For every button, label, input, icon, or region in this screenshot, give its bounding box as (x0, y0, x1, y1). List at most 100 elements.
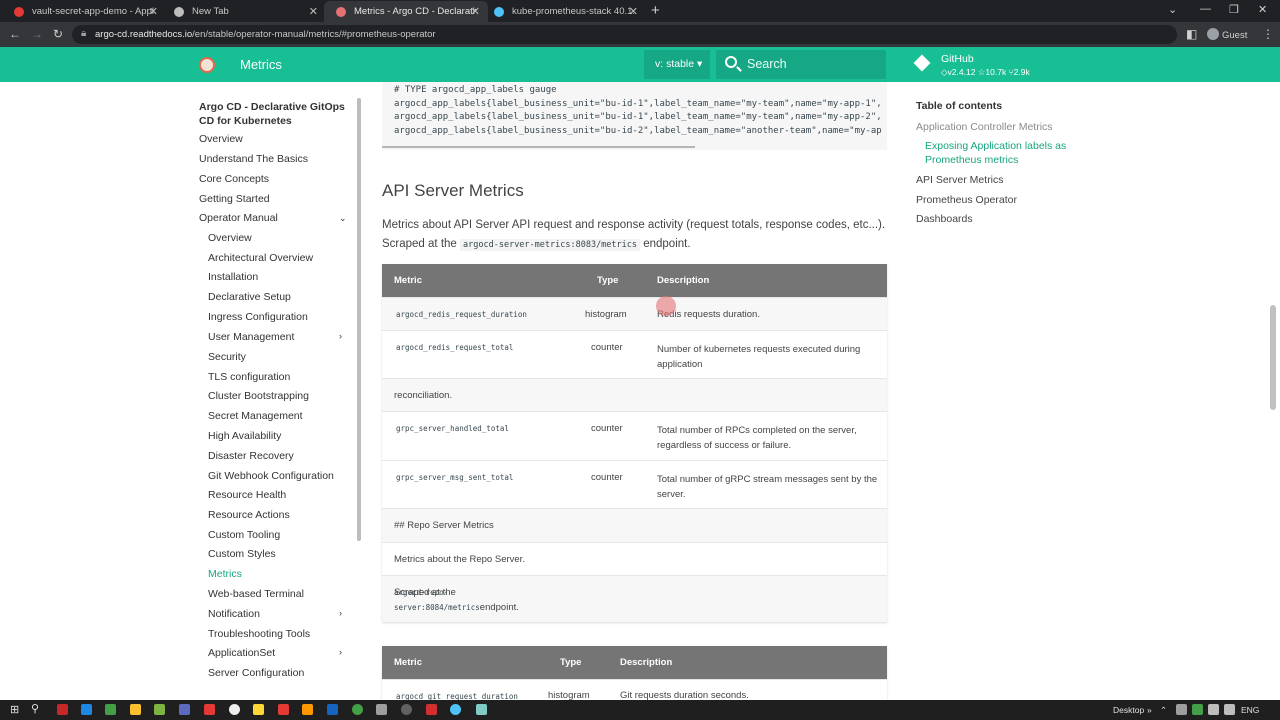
tray-expand-icon[interactable]: ⌃ (1160, 705, 1167, 716)
reload-icon[interactable]: ↻ (53, 27, 63, 41)
nav-subitem[interactable]: Resource Actions (208, 509, 290, 521)
nav-subitem-metrics-active[interactable]: Metrics (208, 568, 242, 580)
close-tab-icon[interactable]: ✕ (149, 5, 158, 18)
app-icon[interactable] (476, 704, 487, 715)
row-text: ## Repo Server Metrics (394, 520, 494, 531)
nav-item-concepts[interactable]: Core Concepts (199, 173, 269, 185)
tray-icon[interactable] (1192, 704, 1203, 715)
nav-subitem[interactable]: Resource Health (208, 489, 286, 501)
nav-subitem[interactable]: Security (208, 351, 246, 363)
profile-button[interactable]: Guest (1207, 28, 1247, 41)
app-icon[interactable] (105, 704, 116, 715)
app-icon[interactable] (229, 704, 240, 715)
tab-search-icon[interactable]: ⌄ (1168, 3, 1177, 16)
nav-subitem[interactable]: Declarative Setup (208, 291, 291, 303)
toc-item[interactable]: API Server Metrics (916, 173, 1004, 187)
desktop-toolbar[interactable]: Desktop (1113, 705, 1144, 715)
tray-icon[interactable] (1176, 704, 1187, 715)
toc-item[interactable]: Application Controller Metrics (916, 120, 1053, 134)
nav-subitem[interactable]: Secret Management (208, 410, 303, 422)
volume-icon[interactable] (1224, 704, 1235, 715)
metric-type: histogram (585, 309, 627, 320)
metric-type: counter (591, 423, 623, 434)
app-icon[interactable] (179, 704, 190, 715)
toc-item-active[interactable]: Exposing Application labels as Prometheu… (925, 139, 1070, 167)
page-scrollbar[interactable] (1270, 305, 1276, 410)
nav-subitem[interactable]: Custom Styles (208, 548, 276, 560)
language-indicator[interactable]: ENG (1241, 705, 1259, 715)
code-text: # TYPE argocd_app_labels gauge argocd_ap… (394, 85, 882, 136)
app-icon[interactable] (81, 704, 92, 715)
sidebar-icon[interactable]: ◧ (1186, 27, 1197, 41)
search-input[interactable]: Search (716, 50, 886, 79)
toc-item[interactable]: Dashboards (916, 212, 973, 226)
close-tab-icon[interactable]: ✕ (309, 5, 318, 18)
nav-item-operator-manual[interactable]: Operator Manual (199, 212, 278, 224)
toolbar-chevron-icon[interactable]: » (1147, 705, 1152, 715)
chevron-down-icon[interactable]: ⌄ (339, 213, 347, 224)
chevron-right-icon[interactable]: › (339, 608, 342, 618)
code-horizontal-scrollbar[interactable] (382, 146, 695, 148)
network-icon[interactable] (1208, 704, 1219, 715)
nav-subitem[interactable]: User Management (208, 331, 294, 343)
nav-subitem[interactable]: High Availability (208, 430, 281, 442)
url-field[interactable]: 🔒︎ argo-cd.readthedocs.io/en/stable/oper… (72, 25, 1177, 44)
nav-subitem[interactable]: Notification (208, 608, 260, 620)
chrome-icon[interactable] (450, 704, 461, 715)
nav-title: Argo CD - Declarative GitOps CD for Kube… (199, 101, 345, 127)
menu-icon[interactable]: ⋮ (1262, 27, 1274, 41)
nav-subitem[interactable]: Troubleshooting Tools (208, 628, 310, 640)
restore-icon[interactable]: ❐ (1229, 3, 1239, 16)
nav-item-basics[interactable]: Understand The Basics (199, 153, 308, 165)
app-icon[interactable] (278, 704, 289, 715)
app-icon[interactable] (57, 704, 68, 715)
nav-item-getting-started[interactable]: Getting Started (199, 193, 270, 205)
folder-icon[interactable] (253, 704, 264, 715)
close-tab-icon[interactable]: ✕ (629, 5, 638, 18)
back-icon[interactable]: ← (9, 27, 21, 41)
nav-subitem[interactable]: ApplicationSet (208, 647, 275, 659)
chevron-right-icon[interactable]: › (339, 647, 342, 657)
app-icon[interactable] (426, 704, 437, 715)
forward-icon[interactable]: → (31, 27, 43, 41)
nav-subitem[interactable]: Architectural Overview (208, 252, 313, 264)
repo-metrics-table: Metric Type Description argocd_git_reque… (382, 646, 887, 700)
chrome-icon[interactable] (352, 704, 363, 715)
app-icon[interactable] (204, 704, 215, 715)
close-window-icon[interactable]: ✕ (1258, 3, 1267, 16)
nav-item-overview[interactable]: Overview (199, 133, 243, 145)
chevron-right-icon[interactable]: › (339, 331, 342, 341)
app-icon[interactable] (376, 704, 387, 715)
word-icon[interactable] (327, 704, 338, 715)
browser-tab[interactable]: vault-secret-app-demo - Applica ✕ (2, 1, 166, 22)
browser-tab[interactable]: New Tab ✕ (162, 1, 326, 22)
nav-subitem[interactable]: TLS configuration (208, 371, 290, 383)
start-icon[interactable]: ⊞ (10, 703, 19, 716)
nav-subitem[interactable]: Disaster Recovery (208, 450, 294, 462)
toc-item[interactable]: Prometheus Operator (916, 193, 1017, 207)
nav-subitem[interactable]: Ingress Configuration (208, 311, 308, 323)
app-icon[interactable] (130, 704, 141, 715)
nav-subitem[interactable]: Overview (208, 232, 252, 244)
nav-subitem[interactable]: Cluster Bootstrapping (208, 390, 309, 402)
minimize-icon[interactable]: — (1200, 3, 1211, 15)
nav-subitem[interactable]: Web-based Terminal (208, 588, 304, 600)
row-text: Scraped at the argocd-repo-server:8084/m… (394, 587, 519, 613)
nav-subitem[interactable]: Server Configuration (208, 667, 304, 679)
nav-subitem[interactable]: Git Webhook Configuration (208, 470, 334, 482)
nav-scrollbar[interactable] (357, 98, 361, 541)
version-selector[interactable]: v: stable ▾ (644, 50, 710, 79)
browser-tab[interactable]: kube-prometheus-stack 40.1.2 · p ✕ (482, 1, 646, 22)
nav-subitem[interactable]: Installation (208, 271, 258, 283)
app-icon[interactable] (154, 704, 165, 715)
close-tab-icon[interactable]: ✕ (471, 5, 480, 18)
argo-logo-icon[interactable] (199, 57, 215, 73)
nav-subitem[interactable]: Custom Tooling (208, 529, 280, 541)
section-heading: API Server Metrics (382, 181, 524, 200)
app-icon[interactable] (302, 704, 313, 715)
new-tab-button[interactable]: + (651, 2, 660, 19)
app-icon[interactable] (401, 704, 412, 715)
table-header: Metric Type Description (382, 646, 887, 679)
search-icon[interactable]: ⚲ (31, 702, 39, 715)
browser-tab-active[interactable]: Metrics - Argo CD - Declarative G ✕ (324, 1, 488, 22)
